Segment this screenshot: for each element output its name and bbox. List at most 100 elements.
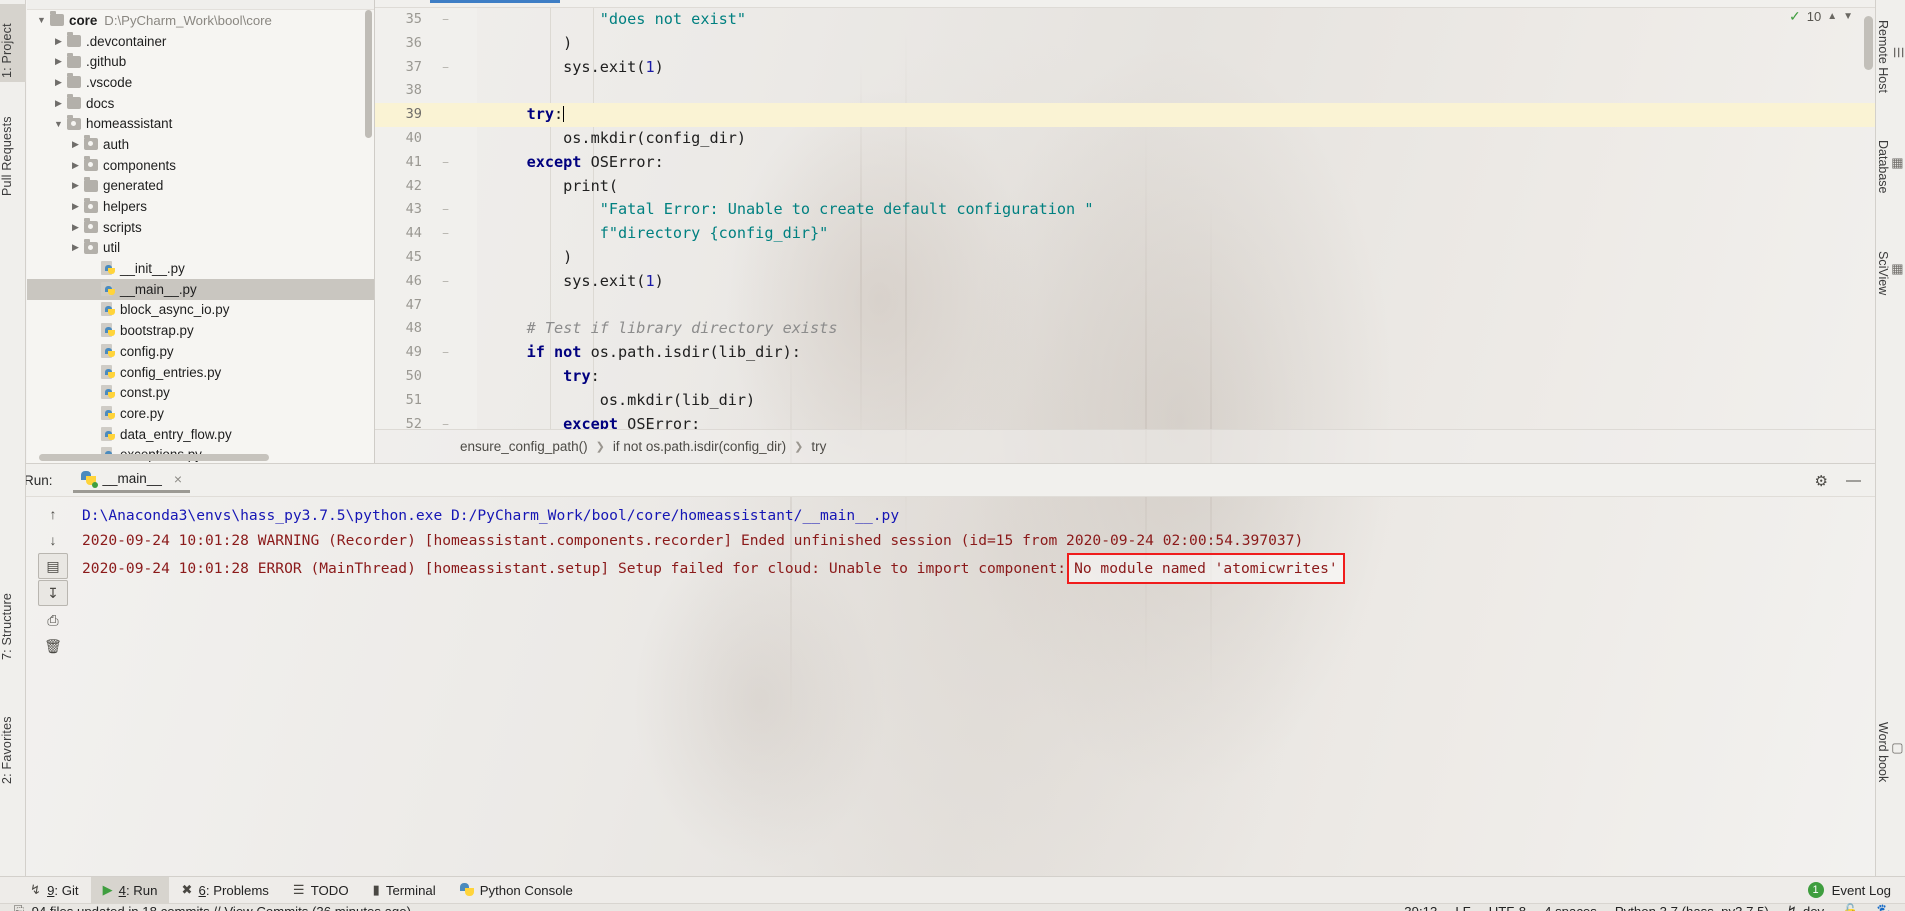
chevron-right-icon[interactable]: ▶	[52, 98, 65, 109]
vcs-status-message[interactable]: ⎘ 94 files updated in 18 commits // View…	[14, 903, 411, 911]
chevron-right-icon[interactable]: ▶	[69, 242, 82, 253]
encoding[interactable]: UTF-8	[1489, 904, 1526, 911]
project-tree-vertical-scrollbar[interactable]	[365, 10, 372, 138]
code-line[interactable]: if not os.path.isdir(lib_dir):	[477, 341, 1875, 365]
gutter-line[interactable]: 42	[375, 175, 477, 199]
chevron-right-icon[interactable]: ▶	[69, 222, 82, 233]
tree-row[interactable]: ▶core.py	[27, 403, 374, 424]
sidebar-item-remote-host[interactable]: ☰ Remote Host	[1875, 4, 1905, 108]
chevron-down-icon[interactable]: ▼	[35, 15, 48, 25]
chevron-down-icon[interactable]: ▼	[1843, 11, 1853, 22]
baidu-icon[interactable]: 🐾	[1877, 903, 1893, 911]
chevron-right-icon[interactable]: ▶	[52, 56, 65, 67]
tree-row[interactable]: ▶ .github	[27, 51, 374, 72]
vcs-status-text[interactable]: 94 files updated in 18 commits // View C…	[32, 904, 411, 911]
tool-window-bar[interactable]: ↯ 9: Git ▶ 4: Run ✖ 6: Problems ☰ TODO ▮…	[0, 876, 1905, 904]
editor-gutter[interactable]: −35 36−37 38 39 40−41 42−43−44 45−46 47 48−49 50 5…	[375, 8, 477, 432]
inspection-widget[interactable]: ✓ 10 ▲ ▼	[1789, 8, 1853, 25]
code-line[interactable]: "Fatal Error: Unable to create default c…	[477, 198, 1875, 222]
code-line[interactable]: )	[477, 32, 1875, 56]
tool-tab-python-console[interactable]: Python Console	[448, 877, 585, 904]
fold-marker[interactable]: −	[440, 228, 451, 239]
tree-row[interactable]: ▶ helpers	[27, 196, 374, 217]
run-configuration-tab[interactable]: __main__ ×	[72, 467, 191, 493]
print-icon[interactable]: ⎙	[38, 607, 68, 633]
tree-row[interactable]: ▶__main__.py	[27, 278, 374, 300]
chevron-right-icon[interactable]: ▶	[69, 201, 82, 212]
sidebar-item-pull-requests[interactable]: Pull Requests	[0, 88, 26, 200]
console-line[interactable]: D:\Anaconda3\envs\hass_py3.7.5\python.ex…	[82, 503, 1875, 528]
breadcrumb[interactable]: ensure_config_path() ❯ if not os.path.isdi…	[375, 429, 1875, 463]
caret-position[interactable]: 39:13	[1404, 904, 1437, 911]
tree-row[interactable]: ▶config_entries.py	[27, 362, 374, 383]
sidebar-item-word-book[interactable]: ▢ Word book	[1875, 700, 1905, 804]
editor-code-area[interactable]: "does not exist" ) sys.exit(1) try: os.m…	[477, 8, 1875, 429]
python-interpreter[interactable]: Python 3.7 (hass_py3.7.5)	[1615, 904, 1769, 911]
gutter-line[interactable]: −46	[375, 270, 477, 294]
code-line[interactable]: try:	[477, 365, 1875, 389]
tree-row[interactable]: ▶bootstrap.py	[27, 320, 374, 341]
run-tool-window[interactable]: Run: __main__ × ⚙ — ↻ ■ 📌 ↑ ↓ ▤ ↧	[0, 463, 1875, 696]
tool-tab-run[interactable]: ▶ 4: Run	[90, 876, 170, 904]
line-separator[interactable]: LF	[1455, 904, 1470, 911]
sidebar-item-database[interactable]: ▦ Database	[1875, 118, 1905, 216]
tree-row[interactable]: ▶ components	[27, 155, 374, 176]
chevron-down-icon[interactable]: ▼	[52, 119, 65, 129]
git-branch-widget[interactable]: ↯ dev	[1787, 903, 1824, 911]
project-tree[interactable]: ▼ core D:\PyCharm_Work\bool\core ▶ .devconta…	[27, 10, 374, 463]
gutter-line[interactable]: −43	[375, 198, 477, 222]
tree-row[interactable]: ▶ .devcontainer	[27, 31, 374, 52]
gear-icon[interactable]: ⚙	[1815, 472, 1828, 490]
tool-tab-problems[interactable]: ✖ 6: Problems	[169, 877, 280, 904]
code-line[interactable]: f"directory {config_dir}"	[477, 222, 1875, 246]
console-line[interactable]: 2020-09-24 10:01:28 WARNING (Recorder) […	[82, 528, 1875, 553]
code-line[interactable]: sys.exit(1)	[477, 270, 1875, 294]
editor-tab-main-py[interactable]	[430, 0, 560, 3]
gutter-line[interactable]: 38	[375, 79, 477, 103]
gutter-line[interactable]: 36	[375, 32, 477, 56]
sidebar-item-structure[interactable]: 7: Structure	[0, 560, 26, 664]
status-bar-right[interactable]: 39:13 LF UTF-8 4 spaces Python 3.7 (hass…	[1404, 903, 1893, 911]
sidebar-item-favorites[interactable]: 2: Favorites	[0, 680, 26, 788]
gutter-line[interactable]: −37	[375, 56, 477, 80]
gutter-line[interactable]: 40	[375, 127, 477, 151]
code-line[interactable]: except OSError:	[477, 151, 1875, 175]
tree-row[interactable]: ▶ .vscode	[27, 72, 374, 93]
editor-tab-strip[interactable]	[375, 0, 1875, 8]
fold-marker[interactable]: −	[440, 276, 451, 287]
chevron-up-icon[interactable]: ▲	[1827, 11, 1837, 22]
gutter-line[interactable]: −44	[375, 222, 477, 246]
code-line[interactable]: except OSError:	[477, 413, 1875, 429]
soft-wrap-icon[interactable]: ▤	[38, 553, 68, 579]
breadcrumb-item[interactable]: ensure_config_path()	[460, 439, 588, 454]
tree-row[interactable]: ▶__init__.py	[27, 258, 374, 279]
gutter-line[interactable]: −49	[375, 341, 477, 365]
gutter-line[interactable]: 47	[375, 294, 477, 318]
project-tool-window[interactable]: ▼ core D:\PyCharm_Work\bool\core ▶ .devconta…	[27, 0, 375, 463]
code-line[interactable]: os.mkdir(config_dir)	[477, 127, 1875, 151]
tree-row[interactable]: ▶config.py	[27, 341, 374, 362]
chevron-right-icon[interactable]: ▶	[52, 36, 65, 47]
close-icon[interactable]: ×	[174, 471, 182, 487]
gutter-line[interactable]: 39	[375, 103, 477, 127]
tree-row[interactable]: ▼ homeassistant	[27, 113, 374, 134]
tool-tab-terminal[interactable]: ▮ Terminal	[361, 877, 448, 904]
tree-row[interactable]: ▶const.py	[27, 382, 374, 403]
code-line[interactable]: try:	[477, 103, 1875, 127]
sidebar-item-project[interactable]: 1: Project	[0, 4, 26, 82]
run-header-actions[interactable]: ⚙ —	[1815, 472, 1861, 490]
gutter-line[interactable]: 48	[375, 317, 477, 341]
editor-vertical-scrollbar[interactable]	[1864, 16, 1873, 70]
code-line[interactable]	[477, 294, 1875, 318]
scroll-to-end-icon[interactable]: ↧	[38, 580, 68, 606]
indent-setting[interactable]: 4 spaces	[1544, 904, 1597, 911]
scroll-down-icon[interactable]: ↓	[38, 527, 68, 553]
tree-row[interactable]: ▶ scripts	[27, 217, 374, 238]
fold-marker[interactable]: −	[440, 157, 451, 168]
tree-row[interactable]: ▶ util	[27, 238, 374, 259]
code-line[interactable]: "does not exist"	[477, 8, 1875, 32]
code-line[interactable]	[477, 79, 1875, 103]
gutter-line[interactable]: 50	[375, 365, 477, 389]
fold-marker[interactable]: −	[440, 14, 451, 25]
tree-row[interactable]: ▶block_async_io.py	[27, 300, 374, 321]
